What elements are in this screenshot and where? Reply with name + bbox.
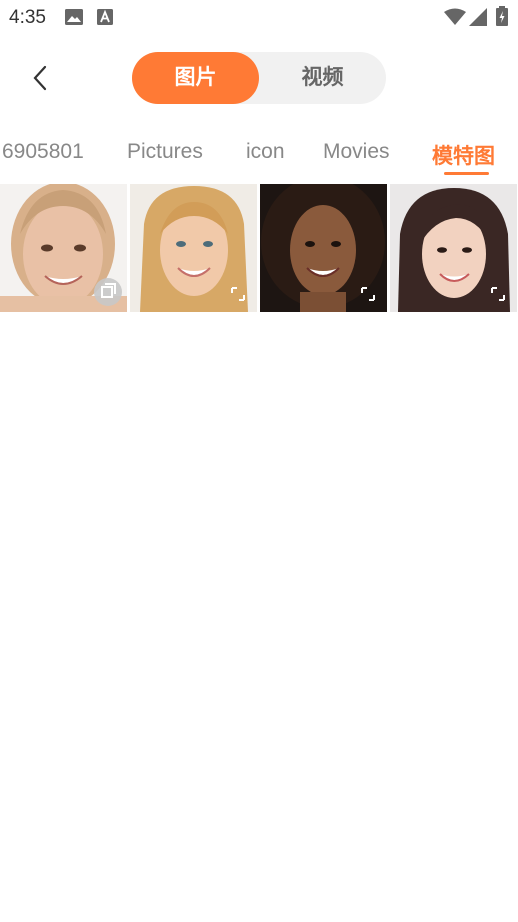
photo-grid [0, 184, 518, 312]
photo-thumbnail-4[interactable] [390, 184, 517, 312]
back-icon [33, 65, 47, 91]
tab-pictures[interactable]: Pictures [127, 140, 203, 164]
expand-icon[interactable] [230, 286, 246, 302]
photo-thumbnail-1[interactable] [0, 184, 127, 312]
tab-movies[interactable]: Movies [323, 140, 390, 164]
tab-6905801[interactable]: 6905801 [2, 140, 84, 164]
image-icon [65, 9, 83, 25]
photo-thumbnail-2[interactable] [130, 184, 257, 312]
photo-thumbnail-3[interactable] [260, 184, 387, 312]
signal-icon [469, 8, 487, 26]
tab-model-images[interactable]: 模特图 [432, 140, 495, 170]
tab-icon[interactable]: icon [246, 140, 285, 164]
tab-active-indicator [444, 172, 489, 175]
wifi-icon [444, 8, 466, 25]
expand-icon[interactable] [490, 286, 506, 302]
back-button[interactable] [22, 60, 58, 96]
toggle-images-button[interactable]: 图片 [132, 52, 259, 104]
expand-icon[interactable] [360, 286, 376, 302]
status-bar: 4:35 [0, 0, 518, 36]
media-type-toggle: 图片 视频 [132, 52, 386, 104]
expand-icon[interactable] [94, 278, 122, 306]
status-time: 4:35 [9, 7, 46, 28]
toggle-videos-button[interactable]: 视频 [259, 52, 386, 104]
battery-icon [496, 6, 508, 26]
album-tabs: 6905801 Pictures icon Movies 模特图 [0, 132, 518, 178]
a-badge-icon [97, 9, 113, 25]
